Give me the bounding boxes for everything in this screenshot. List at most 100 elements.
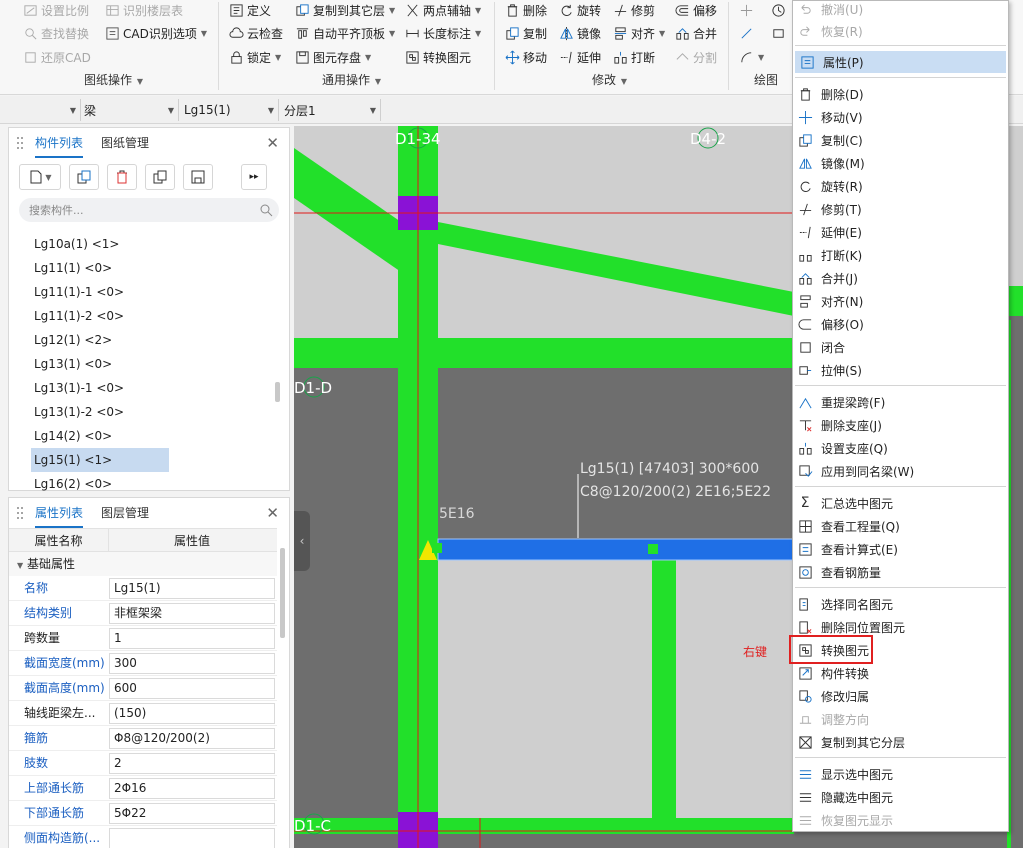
property-value[interactable]: 非框架梁: [109, 603, 275, 624]
duplicate-layer-button[interactable]: [145, 164, 175, 190]
menu-item-show-selected[interactable]: 显示选中图元: [793, 763, 1008, 785]
menu-item-trim[interactable]: 修剪(T): [793, 198, 1008, 220]
list-item[interactable]: Lg13(1) <0>: [31, 352, 169, 376]
property-group-basic[interactable]: ▼ 基础属性: [9, 552, 277, 576]
save-component-button[interactable]: [183, 164, 213, 190]
beam-grip-point[interactable]: [648, 544, 658, 554]
define-button[interactable]: 定义: [228, 0, 271, 20]
menu-item-select-same-name[interactable]: 选择同名图元: [793, 593, 1008, 615]
convert-element-ribbon-button[interactable]: 转换图元: [404, 47, 471, 67]
copy-button[interactable]: 复制: [504, 23, 547, 43]
element-name-select[interactable]: Lg15(1) ▼: [184, 100, 278, 120]
list-item[interactable]: Lg10a(1) <1>: [31, 232, 169, 256]
list-item[interactable]: Lg16(2) <0>: [31, 472, 169, 496]
menu-item-component-convert[interactable]: 构件转换: [793, 662, 1008, 684]
recognize-floor-table-button[interactable]: 识别楼层表: [104, 0, 183, 20]
property-value[interactable]: 2Φ16: [109, 778, 275, 799]
element-save-button[interactable]: 图元存盘 ▼: [294, 47, 371, 67]
menu-item-offset[interactable]: 偏移(O): [793, 313, 1008, 335]
menu-item-modify-ownership[interactable]: 修改归属: [793, 685, 1008, 707]
auto-align-slab-top-button[interactable]: 自动平齐顶板 ▼: [294, 23, 395, 43]
close-icon[interactable]: ✕: [266, 134, 279, 152]
menu-item-stretch[interactable]: 拉伸(S): [793, 359, 1008, 381]
list-item[interactable]: Lg11(1)-2 <0>: [31, 304, 169, 328]
trim-button[interactable]: 修剪: [612, 0, 655, 20]
drag-grip-icon[interactable]: [16, 136, 24, 150]
copy-component-button[interactable]: [69, 164, 99, 190]
tab-layer-management[interactable]: 图层管理: [101, 498, 149, 528]
menu-item-align[interactable]: 对齐(N): [793, 290, 1008, 312]
cloud-check-button[interactable]: 云检查: [228, 23, 283, 43]
property-value[interactable]: [109, 828, 275, 848]
element-type-select[interactable]: 梁 ▼: [84, 100, 178, 120]
property-value[interactable]: Φ8@120/200(2): [109, 728, 275, 749]
list-scrollbar[interactable]: [275, 382, 280, 402]
length-dimension-button[interactable]: 长度标注 ▼: [404, 23, 481, 43]
search-icon[interactable]: [259, 203, 273, 217]
split-button[interactable]: 分割: [674, 47, 717, 67]
property-value[interactable]: 2: [109, 753, 275, 774]
move-button[interactable]: 移动: [504, 47, 547, 67]
menu-item-view-formula[interactable]: 查看计算式(E): [793, 538, 1008, 560]
lock-button[interactable]: 锁定 ▼: [228, 47, 281, 67]
tab-property-list[interactable]: 属性列表: [35, 498, 84, 528]
property-scrollbar[interactable]: [280, 548, 285, 638]
menu-item-delete[interactable]: 删除(D): [793, 83, 1008, 105]
menu-item-merge[interactable]: 合并(J): [793, 267, 1008, 289]
horizontal-beam-d1c[interactable]: [294, 818, 794, 834]
menu-item-apply-same-name-beam[interactable]: 应用到同名梁(W): [793, 460, 1008, 482]
drag-grip-icon[interactable]: [16, 506, 24, 520]
rotate-button[interactable]: 旋转: [558, 0, 601, 20]
floor-select[interactable]: ▼: [0, 100, 80, 120]
menu-item-re-extract-span[interactable]: 重提梁跨(F): [793, 391, 1008, 413]
layer-select[interactable]: 分层1 ▼: [284, 100, 380, 120]
property-value[interactable]: (150): [109, 703, 275, 724]
property-value[interactable]: 600: [109, 678, 275, 699]
list-item[interactable]: Lg11(1)-1 <0>: [31, 280, 169, 304]
vertical-beam[interactable]: [652, 560, 676, 818]
menu-item-move[interactable]: 移动(V): [793, 106, 1008, 128]
menu-item-hide-selected[interactable]: 隐藏选中图元: [793, 786, 1008, 808]
menu-item-restore-display[interactable]: 恢复图元显示: [793, 809, 1008, 831]
menu-item-summarize-selected[interactable]: Σ 汇总选中图元: [793, 492, 1008, 514]
property-value[interactable]: Lg15(1): [109, 578, 275, 599]
horizontal-beam-d1d[interactable]: [294, 338, 794, 368]
line-tool-button[interactable]: [738, 23, 754, 43]
menu-item-extend[interactable]: 延伸(E): [793, 221, 1008, 243]
close-icon[interactable]: ✕: [266, 504, 279, 522]
arc-tool-button[interactable]: ▼: [738, 47, 764, 67]
break-button[interactable]: 打断: [612, 47, 655, 67]
tab-component-list[interactable]: 构件列表: [35, 128, 84, 158]
new-component-button[interactable]: ▼: [19, 164, 61, 190]
rect-tool-button[interactable]: [770, 23, 786, 43]
menu-item-view-rebar[interactable]: 查看钢筋量: [793, 561, 1008, 583]
menu-item-set-support[interactable]: 设置支座(Q): [793, 437, 1008, 459]
menu-item-break[interactable]: 打断(K): [793, 244, 1008, 266]
property-value[interactable]: 5Φ22: [109, 803, 275, 824]
beam-grip-point[interactable]: [432, 543, 442, 553]
list-item[interactable]: Lg14(2) <0>: [31, 424, 169, 448]
menu-item-delete-support[interactable]: 删除支座(J): [793, 414, 1008, 436]
collapse-panel-handle[interactable]: ‹: [294, 511, 310, 571]
list-item-selected[interactable]: Lg15(1) <1>: [31, 448, 169, 472]
list-item[interactable]: Lg11(1) <0>: [31, 256, 169, 280]
mirror-button[interactable]: 镜像: [558, 23, 601, 43]
menu-item-mirror[interactable]: 镜像(M): [793, 152, 1008, 174]
menu-item-rotate[interactable]: 旋转(R): [793, 175, 1008, 197]
menu-item-view-quantity[interactable]: 查看工程量(Q): [793, 515, 1008, 537]
two-point-aux-axis-button[interactable]: 两点辅轴 ▼: [404, 0, 481, 20]
tab-drawing-management[interactable]: 图纸管理: [101, 128, 149, 158]
menu-item-copy-to-other-layer[interactable]: 复制到其它分层: [793, 731, 1008, 753]
cad-recognize-options-button[interactable]: CAD识别选项 ▼: [104, 23, 207, 43]
more-tools-button[interactable]: ▸▸: [241, 164, 267, 190]
merge-button[interactable]: 合并: [674, 23, 717, 43]
align-button[interactable]: 对齐 ▼: [612, 23, 665, 43]
copy-to-other-floor-button[interactable]: 复制到其它层 ▼: [294, 0, 395, 20]
menu-item-redo[interactable]: 恢复(R): [793, 20, 1008, 42]
component-search-input[interactable]: [19, 198, 279, 222]
list-item[interactable]: Lg13(1)-1 <0>: [31, 376, 169, 400]
menu-item-properties[interactable]: 属性(P): [795, 51, 1006, 73]
restore-cad-button[interactable]: 还原CAD: [22, 47, 91, 67]
selected-beam-lg15[interactable]: [437, 538, 795, 561]
menu-item-close-shape[interactable]: 闭合: [793, 336, 1008, 358]
